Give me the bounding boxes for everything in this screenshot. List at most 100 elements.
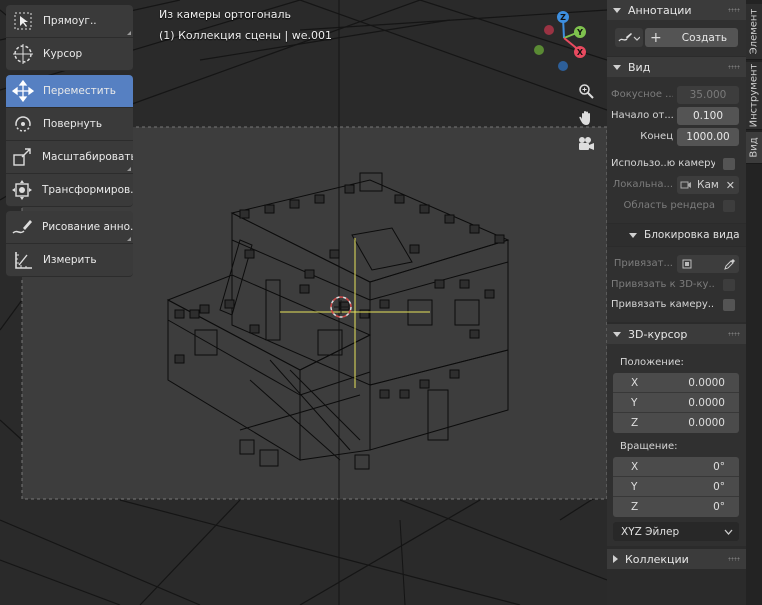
3d-cursor-panel-header[interactable]: 3D-курсор xyxy=(607,324,746,344)
drag-grip-icon[interactable] xyxy=(728,557,740,561)
submenu-indicator xyxy=(127,237,131,241)
sidebar-tabs: Элемент Инструмент Вид xyxy=(746,0,762,605)
tool-label: Курсор xyxy=(43,48,83,60)
location-x-field[interactable]: X 0.0000 xyxy=(613,373,739,393)
expanded-arrow-icon xyxy=(613,331,621,337)
collapsed-arrow-icon xyxy=(613,555,618,563)
zoom-button[interactable] xyxy=(575,80,597,102)
rotation-label: Вращение: xyxy=(620,441,678,452)
view-panel-header[interactable]: Вид xyxy=(607,57,746,77)
expanded-arrow-icon xyxy=(613,64,621,70)
use-camera-label: Использо..ю камеру xyxy=(611,158,715,169)
annotation-placement-dropdown[interactable] xyxy=(615,28,643,47)
clip-end-field[interactable]: 1000.00 xyxy=(677,128,739,146)
drag-grip-icon[interactable] xyxy=(728,8,740,12)
annotations-panel-body: + Создать xyxy=(607,20,746,56)
3d-viewport[interactable]: Из камеры ортогональ (1) Коллекция сцены… xyxy=(0,0,607,605)
clip-end-label: Конец xyxy=(640,131,673,142)
gizmo-neg-y-axis[interactable] xyxy=(534,45,544,55)
use-camera-checkbox[interactable] xyxy=(723,158,735,170)
gizmo-z-label: Z xyxy=(560,13,566,22)
tab-item[interactable]: Элемент xyxy=(746,4,762,60)
lock-to-object-field[interactable] xyxy=(677,255,739,273)
lock-to-object-label: Привязат... xyxy=(613,258,673,269)
lock-to-3d-cursor-checkbox[interactable] xyxy=(723,279,735,291)
axis-value: 0° xyxy=(713,480,725,493)
local-camera-field[interactable]: Кам ✕ xyxy=(677,176,739,194)
axis-value: 0.0000 xyxy=(688,376,725,389)
tool-move[interactable]: Переместить xyxy=(6,75,133,108)
tool-rotate[interactable]: Повернуть xyxy=(6,108,133,141)
tool-shelf: Прямоуг.. Курсор Переместить Повернуть М… xyxy=(6,5,133,281)
navigation-gizmo[interactable]: Z Y X xyxy=(530,8,600,78)
rotate-icon xyxy=(10,111,36,137)
local-camera-value: Кам xyxy=(697,179,719,191)
pan-button[interactable] xyxy=(575,107,597,129)
gizmo-neg-z-axis[interactable] xyxy=(558,61,568,71)
tool-label: Прямоуг.. xyxy=(43,15,97,27)
camera-view-button[interactable] xyxy=(575,133,597,155)
view-lock-subpanel-header[interactable]: Блокировка вида xyxy=(607,224,746,246)
cursor-icon xyxy=(10,41,36,67)
drag-grip-icon[interactable] xyxy=(728,332,740,336)
expanded-arrow-icon xyxy=(613,7,621,13)
location-z-field[interactable]: Z 0.0000 xyxy=(613,413,739,433)
tab-tool[interactable]: Инструмент xyxy=(746,62,762,130)
tool-annotate[interactable]: Рисование анно.. xyxy=(6,211,133,244)
render-region-checkbox[interactable] xyxy=(723,200,735,212)
focal-length-label: Фокусное ... xyxy=(611,89,673,100)
axis-label: X xyxy=(631,376,639,389)
lock-camera-checkbox[interactable] xyxy=(723,299,735,311)
chevron-down-icon xyxy=(724,529,733,535)
tool-label: Трансформиров.. xyxy=(41,184,133,196)
rotation-x-field[interactable]: X 0° xyxy=(613,457,739,477)
zoom-icon xyxy=(579,84,594,99)
eyedropper-icon[interactable] xyxy=(724,258,735,270)
collections-panel-header[interactable]: Коллекции xyxy=(607,549,746,569)
tool-select-box[interactable]: Прямоуг.. xyxy=(6,5,133,38)
rotation-y-field[interactable]: Y 0° xyxy=(613,477,739,497)
move-icon xyxy=(10,78,36,104)
submenu-indicator xyxy=(127,31,131,35)
drag-grip-icon[interactable] xyxy=(728,65,740,69)
annotations-panel-header[interactable]: Аннотации xyxy=(607,0,746,20)
tab-view[interactable]: Вид xyxy=(746,132,762,164)
tab-view-label: Вид xyxy=(748,137,760,158)
location-y-field[interactable]: Y 0.0000 xyxy=(613,393,739,413)
select-box-icon xyxy=(10,8,36,34)
3d-cursor-title: 3D-курсор xyxy=(628,327,688,341)
clip-start-field[interactable]: 0.100 xyxy=(677,107,739,125)
axis-value: 0° xyxy=(713,460,725,473)
tool-label: Переместить xyxy=(43,85,116,97)
tool-label: Масштабировать xyxy=(41,151,133,163)
submenu-indicator xyxy=(127,167,131,171)
view-lock-panel-body: Привязат... Привязать к 3D-ку... Привяза… xyxy=(607,247,746,322)
rotation-mode-dropdown[interactable]: XYZ Эйлер xyxy=(613,522,739,541)
rotation-mode-value: XYZ Эйлер xyxy=(621,525,680,538)
object-box-icon xyxy=(682,259,692,269)
lock-camera-label: Привязать камеру... xyxy=(611,299,715,310)
clip-start-label: Начало от... xyxy=(611,110,673,121)
expanded-arrow-icon xyxy=(629,232,637,238)
rotation-z-field[interactable]: Z 0° xyxy=(613,497,739,517)
sidebar-panel: Аннотации + Создать Вид Фокусное ... 35.… xyxy=(607,0,746,605)
create-annotation-button[interactable]: + Создать xyxy=(645,28,738,47)
hand-icon xyxy=(579,111,590,125)
view-panel-body: Фокусное ... 35.000 Начало от... 0.100 К… xyxy=(607,77,746,223)
tool-label: Измерить xyxy=(43,254,97,266)
render-region-label: Область рендера xyxy=(623,200,715,211)
focal-length-field[interactable]: 35.000 xyxy=(677,86,739,104)
tool-transform[interactable]: Трансформиров.. xyxy=(6,174,133,207)
tool-cursor[interactable]: Курсор xyxy=(6,38,133,71)
camera-icon xyxy=(579,137,594,150)
gizmo-neg-x-axis[interactable] xyxy=(544,25,554,35)
axis-value: 0.0000 xyxy=(688,417,725,429)
local-camera-label: Локальна... xyxy=(612,179,673,190)
tool-scale[interactable]: Масштабировать xyxy=(6,141,133,174)
collection-label: (1) Коллекция сцены | we.001 xyxy=(159,29,332,42)
clear-icon[interactable]: ✕ xyxy=(726,179,735,192)
measure-icon xyxy=(10,247,36,273)
tool-measure[interactable]: Измерить xyxy=(6,244,133,277)
tool-label: Повернуть xyxy=(43,118,103,130)
transform-icon xyxy=(10,177,35,203)
